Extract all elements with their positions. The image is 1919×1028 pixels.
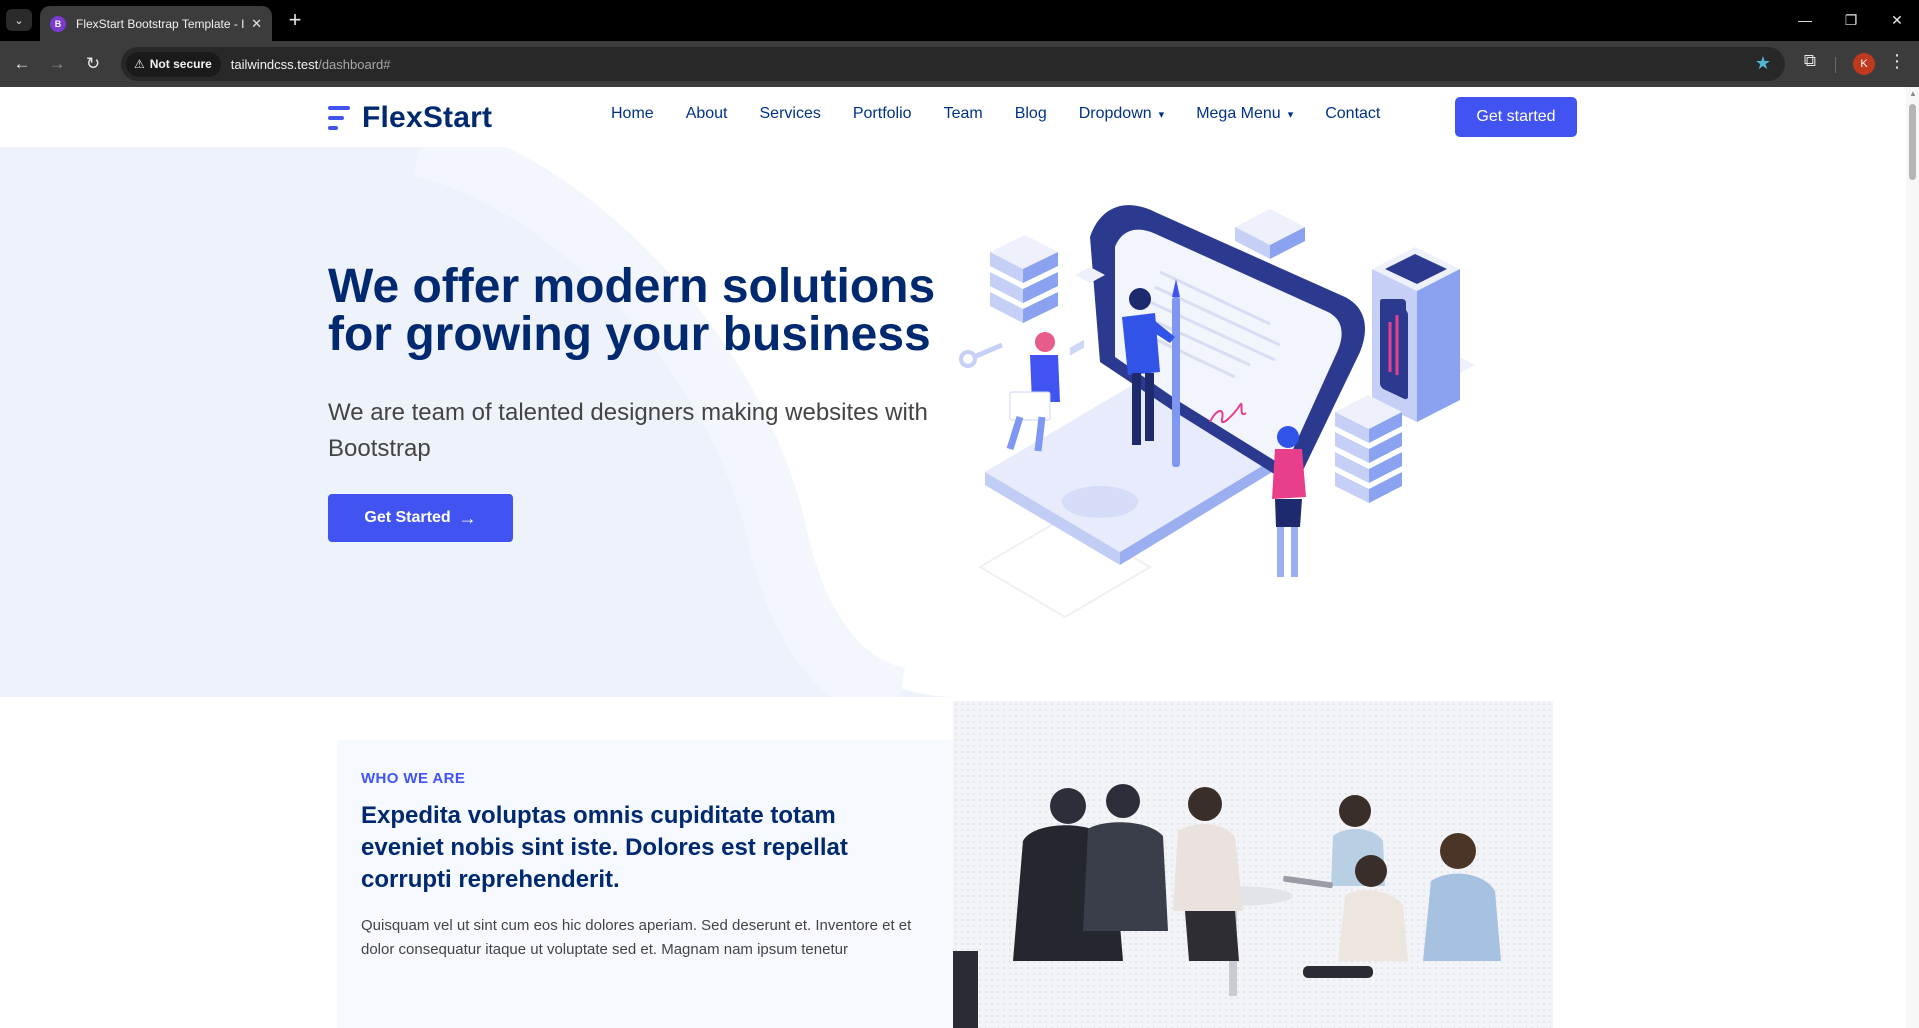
- site-header: FlexStart Home About Services Portfolio …: [0, 87, 1906, 147]
- hero-title-line: for growing your business: [328, 308, 931, 361]
- site-logo[interactable]: FlexStart: [328, 101, 492, 135]
- chevron-down-icon: ▾: [1287, 108, 1294, 121]
- arrow-right-icon: →: [458, 507, 477, 528]
- nav-team[interactable]: Team: [944, 105, 983, 123]
- about-card: WHO WE ARE Expedita voluptas omnis cupid…: [337, 740, 953, 1028]
- nav-label: Contact: [1325, 105, 1381, 122]
- forward-button[interactable]: →: [44, 51, 70, 77]
- bookmark-star-icon[interactable]: ★: [1755, 53, 1771, 74]
- site-security-chip[interactable]: ⚠ Not secure: [126, 51, 221, 77]
- hero-section: We offer modern solutions for growing yo…: [0, 147, 1906, 697]
- hero-subtitle: We are team of talented designers making…: [328, 399, 928, 462]
- nav-blog[interactable]: Blog: [1015, 105, 1047, 123]
- bootstrap-favicon-icon: B: [50, 15, 66, 32]
- new-tab-button[interactable]: +: [282, 8, 308, 34]
- warning-icon: ⚠: [134, 57, 145, 71]
- extensions-puzzle-icon[interactable]: ⧉: [1798, 51, 1822, 71]
- toolbar-divider: [1835, 57, 1836, 73]
- profile-avatar[interactable]: K: [1853, 53, 1875, 75]
- about-eyebrow: WHO WE ARE: [361, 770, 466, 787]
- nav-portfolio[interactable]: Portfolio: [853, 105, 912, 123]
- nav-home[interactable]: Home: [611, 105, 654, 123]
- nav-mega-menu[interactable]: Mega Menu ▾: [1196, 105, 1293, 123]
- arrow-left-icon: ←: [13, 54, 31, 73]
- hero-get-started-button[interactable]: Get Started →: [328, 494, 513, 542]
- team-photo: [953, 701, 1553, 1028]
- reload-button[interactable]: ↻: [80, 51, 106, 77]
- browser-toolbar: ← → ↻ ⚠ Not secure tailwindcss.test/dash…: [0, 41, 1919, 87]
- logo-mark-icon: [328, 104, 352, 132]
- browser-menu-icon[interactable]: ⋮: [1887, 51, 1907, 72]
- hero-title: We offer modern solutions for growing yo…: [328, 263, 968, 359]
- main-navigation: Home About Services Portfolio Team Blog …: [611, 105, 1412, 123]
- hero-button-label: Get Started: [364, 509, 451, 526]
- url-host: tailwindcss.test: [230, 56, 319, 72]
- security-label: Not secure: [149, 57, 212, 71]
- back-button[interactable]: ←: [9, 51, 35, 77]
- chevron-down-icon: ⌄: [14, 14, 24, 27]
- page-viewport: FlexStart Home About Services Portfolio …: [0, 87, 1906, 1028]
- nav-label: Services: [759, 105, 821, 122]
- url-text[interactable]: tailwindcss.test/dashboard#: [231, 57, 391, 72]
- browser-tab-bar: ⌄ B FlexStart Bootstrap Template - I ✕ +…: [0, 0, 1919, 41]
- nav-label: Dropdown: [1078, 105, 1152, 122]
- logo-text: FlexStart: [362, 101, 493, 134]
- address-bar[interactable]: ⚠ Not secure tailwindcss.test/dashboard#…: [121, 47, 1785, 81]
- arrow-right-icon: →: [48, 54, 66, 73]
- nav-dropdown[interactable]: Dropdown ▾: [1079, 105, 1164, 123]
- restore-window-button[interactable]: ❐: [1836, 8, 1866, 32]
- nav-label: Blog: [1014, 105, 1047, 122]
- scrollbar-thumb[interactable]: [1909, 104, 1916, 180]
- browser-tab-active[interactable]: B FlexStart Bootstrap Template - I ✕: [40, 6, 272, 41]
- nav-label: Mega Menu: [1196, 105, 1281, 122]
- nav-label: About: [685, 105, 728, 122]
- reload-icon: ↻: [85, 54, 101, 73]
- nav-label: Portfolio: [852, 105, 912, 122]
- close-window-button[interactable]: ✕: [1882, 8, 1912, 32]
- about-heading: Expedita voluptas omnis cupiditate totam…: [361, 802, 848, 893]
- scroll-up-icon[interactable]: ▲: [1909, 89, 1917, 98]
- nav-label: Team: [943, 105, 983, 122]
- about-text: Quisquam vel ut sint cum eos hic dolores…: [361, 917, 912, 958]
- chevron-down-icon: ▾: [1158, 108, 1165, 121]
- page-scrollbar[interactable]: ▲: [1906, 87, 1919, 1028]
- minimize-window-button[interactable]: —: [1790, 8, 1820, 32]
- get-started-header-button[interactable]: Get started: [1455, 97, 1577, 137]
- tab-title: FlexStart Bootstrap Template - I: [76, 16, 244, 31]
- about-section: WHO WE ARE Expedita voluptas omnis cupid…: [0, 697, 1906, 1028]
- close-tab-icon[interactable]: ✕: [251, 16, 262, 32]
- nav-services[interactable]: Services: [760, 105, 821, 123]
- nav-label: Home: [611, 105, 654, 122]
- tab-search-button[interactable]: ⌄: [6, 9, 32, 31]
- nav-contact[interactable]: Contact: [1325, 105, 1380, 123]
- nav-about[interactable]: About: [686, 105, 728, 123]
- hero-illustration: [959, 205, 1475, 619]
- hero-title-line: We offer modern solutions: [328, 260, 936, 313]
- url-path: /dashboard#: [318, 56, 391, 72]
